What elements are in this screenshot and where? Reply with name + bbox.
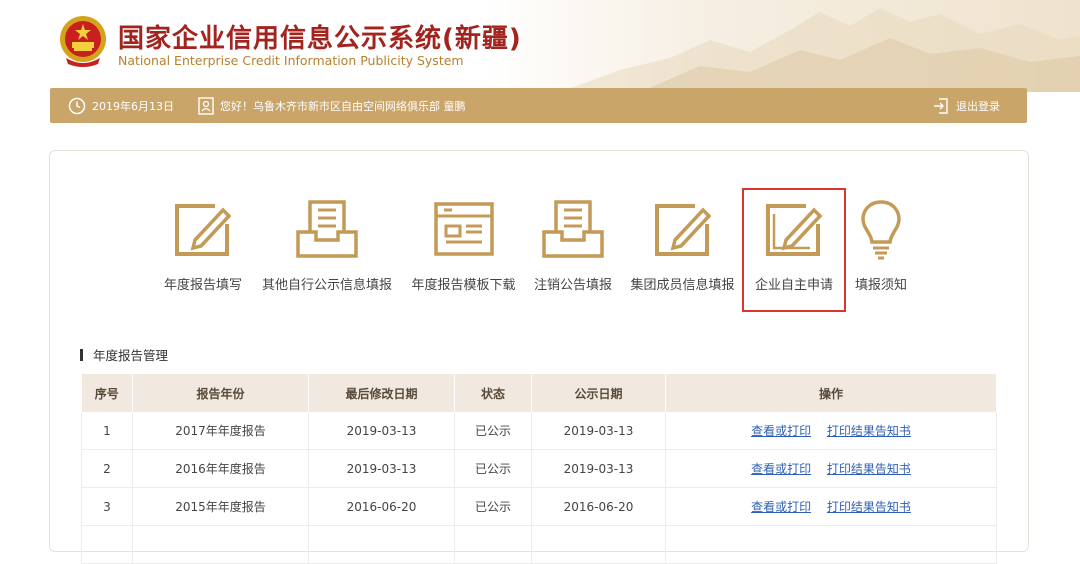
section-title-text: 年度报告管理 (93, 348, 169, 363)
site-subtitle: National Enterprise Credit Information P… (118, 53, 464, 68)
func-label: 集团成员信息填报 (630, 278, 735, 293)
func-filing-instructions[interactable]: 填报须知 (852, 198, 910, 293)
cell-no: 3 (81, 487, 133, 526)
lightbulb-icon (861, 200, 901, 260)
print-result-notice-link[interactable]: 打印结果告知书 (827, 500, 911, 514)
view-print-link[interactable]: 查看或打印 (751, 500, 811, 514)
site-title: 国家企业信用信息公示系统(新疆) (118, 24, 522, 54)
cell-status: 已公示 (454, 412, 532, 450)
cell-modified: 2016-06-20 (308, 487, 455, 526)
logout-button[interactable]: 退出登录 (932, 88, 1000, 123)
func-label: 填报须知 (854, 278, 907, 293)
logout-icon (934, 97, 948, 114)
col-header-year: 报告年份 (132, 374, 309, 412)
annual-report-table: 序号 报告年份 最后修改日期 状态 公示日期 操作 1 2017年年度报告 20… (81, 374, 997, 564)
col-header-modified: 最后修改日期 (308, 374, 455, 412)
func-label: 年度报告模板下载 (411, 278, 516, 293)
col-header-operations: 操作 (665, 374, 997, 412)
greeting: 您好！乌鲁木齐市新市区自由空间网络俱乐部 童鹏 (198, 88, 466, 123)
func-cancellation-notice[interactable]: 注销公告填报 (530, 198, 616, 293)
func-label: 其他自行公示信息填报 (261, 278, 392, 293)
edit-form-icon (175, 204, 232, 256)
cell-modified (308, 525, 455, 564)
user-icon (198, 96, 214, 115)
cell-no: 2 (81, 449, 133, 488)
cell-operations: 查看或打印 打印结果告知书 (665, 412, 997, 450)
view-print-link[interactable]: 查看或打印 (751, 462, 811, 476)
view-print-link[interactable]: 查看或打印 (751, 424, 811, 438)
highlight-box (742, 188, 846, 312)
col-header-no: 序号 (81, 374, 133, 412)
cell-operations: 查看或打印 打印结果告知书 (665, 487, 997, 526)
cell-published (531, 525, 666, 564)
col-header-published: 公示日期 (531, 374, 666, 412)
cell-status (454, 525, 532, 564)
func-group-member-info[interactable]: 集团成员信息填报 (626, 198, 739, 293)
cell-no (81, 525, 133, 564)
document-tray-icon (542, 200, 604, 258)
func-annual-report-fill[interactable]: 年度报告填写 (160, 198, 246, 293)
section-title: 年度报告管理 (80, 345, 168, 364)
print-result-notice-link[interactable]: 打印结果告知书 (827, 424, 911, 438)
date-display: 2019年6月13日 (68, 88, 174, 123)
date-text: 2019年6月13日 (92, 99, 174, 113)
cell-year: 2017年年度报告 (132, 412, 309, 450)
table-row: 1 2017年年度报告 2019-03-13 已公示 2019-03-13 查看… (81, 412, 997, 450)
table-row: 2 2016年年度报告 2019-03-13 已公示 2019-03-13 查看… (81, 449, 997, 488)
func-label: 注销公告填报 (533, 278, 612, 293)
cell-status: 已公示 (454, 487, 532, 526)
func-template-download[interactable]: 年度报告模板下载 (407, 198, 520, 293)
clock-icon (68, 97, 86, 114)
cell-published: 2016-06-20 (531, 487, 666, 526)
cell-year (132, 525, 309, 564)
document-tray-icon (296, 200, 358, 258)
edit-form-icon (654, 204, 711, 256)
logout-label: 退出登录 (956, 99, 1000, 113)
mountain-background (560, 8, 1080, 92)
cell-operations (665, 525, 997, 564)
func-label: 年度报告填写 (163, 278, 242, 293)
table-row: 3 2015年年度报告 2016-06-20 已公示 2016-06-20 查看… (81, 487, 997, 526)
section-marker (80, 348, 83, 361)
user-info-bar: 2019年6月13日 您好！乌鲁木齐市新市区自由空间网络俱乐部 童鹏 退出登录 (50, 88, 1027, 123)
table-header-row: 序号 报告年份 最后修改日期 状态 公示日期 操作 (81, 374, 997, 412)
cell-published: 2019-03-13 (531, 412, 666, 450)
cell-status: 已公示 (454, 449, 532, 488)
table-row (81, 525, 997, 564)
cell-published: 2019-03-13 (531, 449, 666, 488)
cell-modified: 2019-03-13 (308, 412, 455, 450)
cell-operations: 查看或打印 打印结果告知书 (665, 449, 997, 488)
cell-modified: 2019-03-13 (308, 449, 455, 488)
print-result-notice-link[interactable]: 打印结果告知书 (827, 462, 911, 476)
cell-year: 2016年年度报告 (132, 449, 309, 488)
site-header: 国家企业信用信息公示系统(新疆) National Enterprise Cre… (0, 0, 1080, 92)
greeting-text: 您好！乌鲁木齐市新市区自由空间网络俱乐部 童鹏 (220, 99, 466, 113)
national-emblem-icon (60, 16, 106, 67)
cell-no: 1 (81, 412, 133, 450)
col-header-status: 状态 (454, 374, 532, 412)
cell-year: 2015年年度报告 (132, 487, 309, 526)
func-other-disclosure[interactable]: 其他自行公示信息填报 (256, 198, 398, 293)
template-icon (433, 202, 494, 256)
